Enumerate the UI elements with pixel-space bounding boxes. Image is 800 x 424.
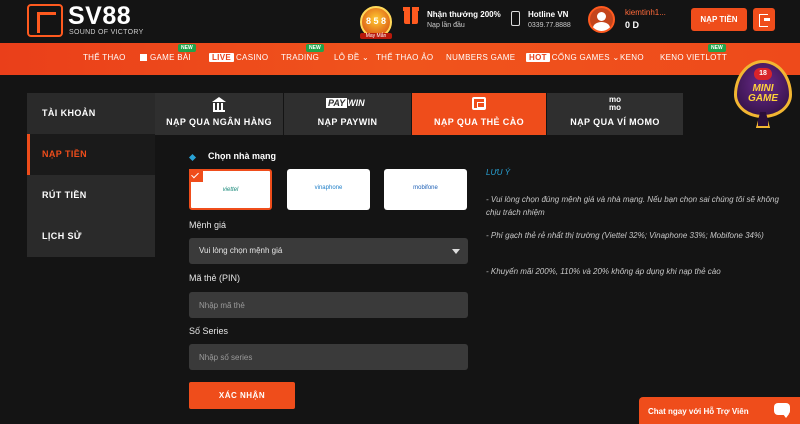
nav-item-sports[interactable]: THỂ THAO (83, 53, 126, 62)
mini-game-label: MINI GAME (748, 83, 778, 104)
pin-input[interactable] (189, 292, 468, 318)
denomination-label: Mệnh giá (189, 220, 227, 230)
chat-bubble-icon[interactable] (774, 403, 790, 418)
hotline-label: Hotline VN (528, 10, 569, 19)
paywin-logo: PAY WIN (326, 98, 365, 108)
provider-mobifone[interactable]: mobifone (384, 169, 467, 210)
serial-label: Số Series (189, 326, 229, 336)
chevron-down-icon: ⌄ (359, 53, 370, 62)
nav-item-virtual-sports[interactable]: THỂ THAO ẢO (376, 53, 433, 62)
card-icon (472, 97, 486, 110)
main-nav: THỂ THAO GAME BÀI NEW LIVE CASINO TRADING… (0, 43, 800, 75)
user-balance: 0 D (625, 20, 640, 30)
age-18-badge: 18 (754, 68, 772, 80)
hotline-number[interactable]: 0339.77.8888 (528, 22, 571, 29)
caret-down-icon (452, 249, 460, 254)
new-badge: NEW (708, 44, 726, 52)
momo-logo: mo mo (609, 95, 621, 112)
brand-name[interactable]: SV88 (68, 2, 131, 31)
provider-vinaphone[interactable]: vinaphone (287, 169, 370, 210)
promo-title[interactable]: Nhận thưởng 200% (427, 10, 501, 19)
live-badge: LIVE (209, 53, 234, 62)
nav-item-keno[interactable]: KENO (620, 53, 644, 62)
mini-game-widget[interactable]: 18 MINI GAME (730, 60, 796, 132)
sidebar-item-history[interactable]: LỊCH SỬ (27, 216, 155, 257)
note-item: - Khuyến mãi 200%, 110% và 20% không áp … (486, 267, 721, 276)
notes-title: LƯU Ý (486, 168, 511, 177)
sidebar-item-deposit[interactable]: NẠP TIỀN (27, 134, 155, 175)
logout-icon[interactable] (753, 8, 775, 31)
sidebar-item-account[interactable]: TÀI KHOẢN (27, 93, 155, 134)
nav-item-numbers-game[interactable]: NUMBERS GAME (446, 53, 515, 62)
brand-tagline: SOUND OF VICTORY (69, 29, 144, 36)
note-item: - Vui lòng chọn đúng mệnh giá và nhà mạn… (486, 195, 779, 217)
tab-scratch-card-deposit[interactable]: NẠP QUA THẺ CÀO (412, 93, 546, 135)
lucky-858-badge[interactable]: 8 5 8 May Mắn (360, 6, 392, 39)
section-marker-icon (188, 153, 197, 162)
tab-momo-deposit[interactable]: mo mo NẠP QUA VÍ MOMO (547, 93, 683, 135)
provider-viettel[interactable]: viettel (189, 169, 272, 210)
account-sidebar: TÀI KHOẢN NẠP TIỀN RÚT TIỀN LỊCH SỬ (27, 93, 155, 257)
new-badge: NEW (306, 44, 324, 52)
note-item: - Phí gạch thẻ rẻ nhất thị trường (Viett… (486, 231, 764, 240)
username[interactable]: kiemtinh1... (625, 8, 666, 17)
nav-item-lottery[interactable]: LÔ ĐỀ ⌄ (334, 53, 369, 62)
deposit-button[interactable]: NẠP TIỀN (691, 8, 747, 31)
tab-paywin-deposit[interactable]: PAY WIN NẠP PAYWIN (284, 93, 411, 135)
new-badge: NEW (178, 44, 196, 52)
badge-number: 8 5 8 (365, 16, 387, 26)
section-title: Chọn nhà mạng (208, 151, 276, 161)
cards-icon (140, 54, 147, 61)
sidebar-item-withdraw[interactable]: RÚT TIỀN (27, 175, 155, 216)
badge-caption: May Mắn (360, 33, 392, 39)
bank-icon (212, 97, 226, 112)
gift-icon (403, 7, 419, 24)
top-header: SV88 SOUND OF VICTORY 8 5 8 May Mắn Nhận… (0, 0, 800, 43)
nav-item-casino[interactable]: LIVE CASINO (209, 53, 268, 62)
denomination-value: Vui lòng chọn mệnh giá (199, 246, 283, 255)
nav-item-keno-vietlott[interactable]: KENO VIETLOTT (660, 53, 727, 62)
user-avatar[interactable] (588, 6, 615, 33)
sv88-logo-icon[interactable] (27, 4, 63, 37)
promo-subtitle: Nạp lần đầu (427, 22, 465, 29)
phone-icon (511, 11, 520, 26)
nav-item-game-portal[interactable]: HOT CỔNG GAMES ⌄ (526, 53, 619, 62)
nav-item-trading[interactable]: TRADING (281, 53, 319, 62)
chevron-down-icon: ⌄ (609, 53, 620, 62)
hot-badge: HOT (526, 53, 550, 62)
submit-button[interactable]: XÁC NHẬN (189, 382, 295, 409)
serial-input[interactable] (189, 344, 468, 370)
pin-label: Mã thẻ (PIN) (189, 273, 241, 283)
nav-item-card-games[interactable]: GAME BÀI (140, 53, 191, 62)
tab-bank-deposit[interactable]: NẠP QUA NGÂN HÀNG (155, 93, 283, 135)
check-icon (189, 169, 203, 182)
